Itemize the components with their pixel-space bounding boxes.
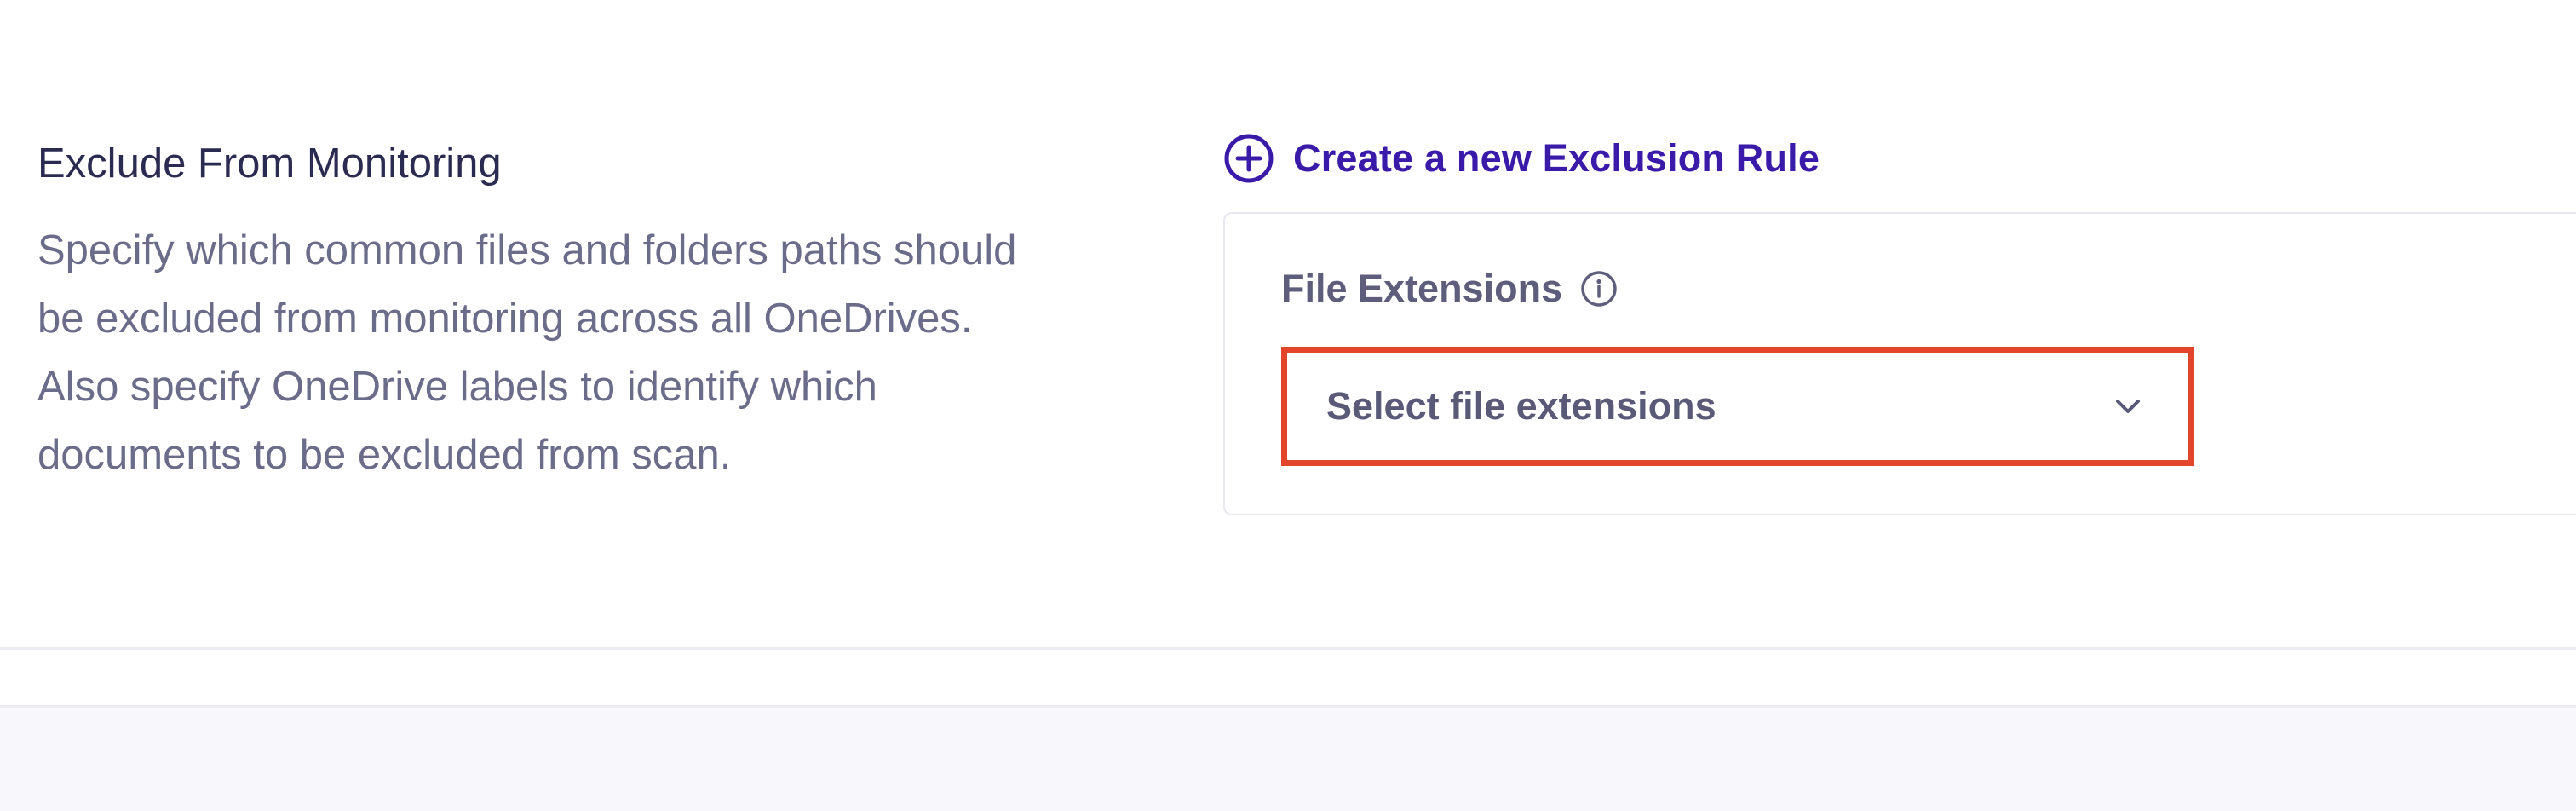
section-title: Exclude From Monitoring: [37, 141, 502, 187]
info-icon[interactable]: [1579, 269, 1619, 308]
file-extensions-label: File Extensions: [1281, 267, 1563, 310]
chevron-down-icon: [2110, 388, 2146, 424]
section-intro: Exclude From Monitoring Specify which co…: [37, 135, 1026, 489]
plus-circle-icon: [1223, 133, 1274, 184]
create-exclusion-rule-link[interactable]: Create a new Exclusion Rule: [1223, 132, 1820, 185]
exclusion-rule-card: File Extensions Select file extensions: [1223, 212, 2576, 515]
select-placeholder: Select file extensions: [1326, 384, 1716, 428]
section-description: Specify which common files and folders p…: [37, 227, 1017, 478]
footer-band: [0, 705, 2576, 811]
file-extensions-select[interactable]: Select file extensions: [1287, 353, 2188, 460]
section-divider: [0, 647, 2576, 650]
settings-page: Exclude From Monitoring Specify which co…: [0, 0, 2576, 811]
field-label-row: File Extensions: [1281, 267, 1619, 311]
create-exclusion-rule-label: Create a new Exclusion Rule: [1293, 136, 1820, 180]
file-extensions-select-highlight: Select file extensions: [1281, 347, 2194, 466]
